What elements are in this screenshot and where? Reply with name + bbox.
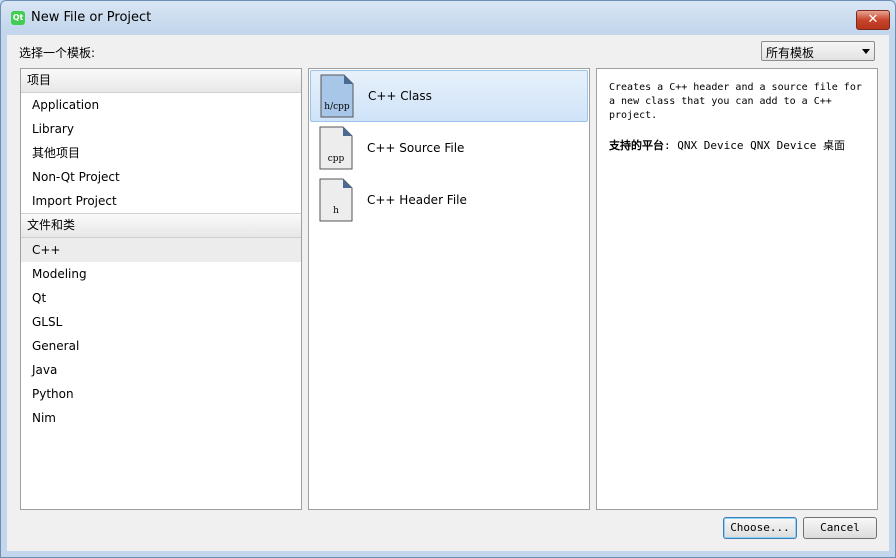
supported-platforms: 支持的平台: QNX Device QNX Device 桌面: [609, 137, 865, 154]
category-item[interactable]: 其他项目: [21, 141, 301, 165]
category-item[interactable]: Nim: [21, 406, 301, 430]
category-item[interactable]: Import Project: [21, 189, 301, 213]
window-title: New File or Project: [31, 10, 152, 25]
category-group-header: 文件和类: [21, 213, 301, 238]
title-bar: Qt New File or Project ✕: [1, 1, 895, 35]
file-icon: h/cpp: [320, 74, 354, 118]
category-item[interactable]: Python: [21, 382, 301, 406]
template-filter-value: 所有模板: [766, 46, 815, 60]
category-group-header: 项目: [21, 69, 301, 93]
platforms-value: : QNX Device QNX Device 桌面: [664, 139, 845, 152]
category-item[interactable]: General: [21, 334, 301, 358]
chevron-down-icon: [862, 49, 870, 54]
category-list: 项目 Application Library 其他项目 Non-Qt Project Im…: [20, 68, 302, 510]
choose-template-label: 选择一个模板:: [19, 46, 96, 60]
template-description: Creates a C++ header and a source file f…: [609, 82, 862, 121]
file-icon-label: h/cpp: [324, 102, 350, 112]
dialog-window: Qt New File or Project ✕ 选择一个模板: 所有模板 项目…: [0, 0, 896, 558]
template-item[interactable]: cpp C++ Source File: [309, 122, 589, 174]
template-list: h/cpp C++ Class cpp C++ Source File h C++ Hea…: [308, 68, 590, 510]
category-item[interactable]: Library: [21, 117, 301, 141]
platforms-label: 支持的平台: [609, 139, 664, 152]
file-icon-label: h: [333, 206, 339, 216]
choose-button[interactable]: Choose...: [723, 517, 797, 539]
category-item[interactable]: Qt: [21, 286, 301, 310]
category-item[interactable]: Modeling: [21, 262, 301, 286]
cancel-button[interactable]: Cancel: [803, 517, 877, 539]
template-item[interactable]: h/cpp C++ Class: [310, 70, 588, 122]
template-filter-select[interactable]: 所有模板: [761, 41, 875, 61]
template-label: C++ Header File: [367, 193, 467, 207]
category-item[interactable]: Java: [21, 358, 301, 382]
file-icon-label: cpp: [327, 154, 345, 164]
category-item[interactable]: C++: [21, 238, 301, 262]
dialog-body: 选择一个模板: 所有模板 项目 Application Library 其他项目 Non…: [7, 35, 889, 551]
close-button[interactable]: ✕: [856, 10, 890, 30]
template-item[interactable]: h C++ Header File: [309, 174, 589, 226]
category-item[interactable]: Application: [21, 93, 301, 117]
template-label: C++ Source File: [367, 141, 465, 155]
template-details: Creates a C++ header and a source file f…: [596, 68, 878, 510]
category-item[interactable]: Non-Qt Project: [21, 165, 301, 189]
file-icon: cpp: [319, 126, 353, 170]
qt-app-icon: Qt: [11, 11, 25, 25]
template-label: C++ Class: [368, 89, 432, 103]
file-icon: h: [319, 178, 353, 222]
category-item[interactable]: GLSL: [21, 310, 301, 334]
